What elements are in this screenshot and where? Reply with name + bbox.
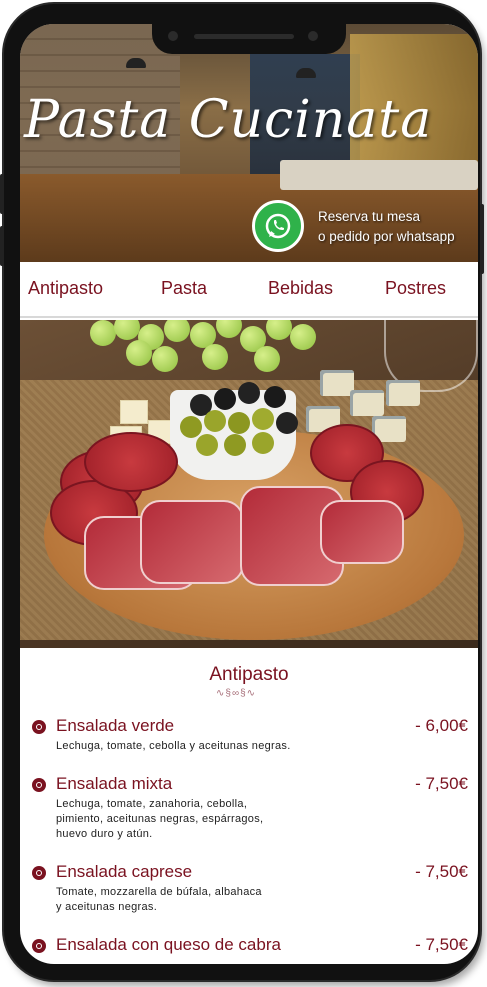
reserve-line-1: Reserva tu mesa (318, 209, 421, 224)
prosciutto (320, 500, 404, 564)
item-description-line: huevo duro y atún. (56, 828, 153, 840)
menu-bullet-icon (32, 720, 46, 734)
olive (214, 388, 236, 410)
lamp-icon (126, 58, 146, 68)
item-name: Ensalada verde (56, 716, 175, 735)
whatsapp-icon[interactable] (252, 200, 304, 252)
tab-bebidas[interactable]: Bebidas (268, 278, 333, 299)
menu-bullet-icon (32, 939, 46, 953)
item-description-line: pimiento, aceitunas negras, espárragos, (56, 813, 264, 825)
olive (180, 416, 202, 438)
phone-notch (152, 22, 346, 54)
item-price: - 7,50€ (415, 862, 468, 881)
reserve-whatsapp-link[interactable]: Reserva tu mesa o pedido por whatsapp (318, 207, 455, 247)
prosciutto (140, 500, 244, 584)
power-button (480, 204, 484, 274)
blue-cheese (350, 390, 384, 416)
volume-down-button (0, 226, 4, 266)
olive (196, 434, 218, 456)
section-title: Antipasto (209, 664, 289, 685)
speaker-grille (194, 34, 294, 39)
tab-pasta[interactable]: Pasta (161, 278, 207, 299)
category-tabs: Antipasto Pasta Bebidas Postres (20, 262, 478, 318)
item-name: Ensalada caprese (56, 862, 193, 881)
hero-banner: Pasta Cucinata Reserva tu mesa o pedido … (20, 24, 478, 262)
olive (252, 408, 274, 430)
menu-bullet-icon (32, 866, 46, 880)
restaurant-title: Pasta Cucinata (24, 90, 433, 150)
item-price: - 6,00€ (415, 716, 468, 735)
blue-cheese (386, 380, 420, 406)
volume-up-button (0, 174, 4, 214)
olive (238, 382, 260, 404)
olive (252, 432, 274, 454)
hero-table (280, 160, 478, 190)
menu-bullet-icon (32, 778, 46, 792)
reserve-line-2: o pedido por whatsapp (318, 229, 455, 244)
sensor-icon (308, 31, 318, 41)
salami (84, 432, 178, 492)
olive (224, 434, 246, 456)
item-name: Ensalada mixta (56, 774, 173, 793)
antipasto-photo (20, 320, 478, 648)
item-price: - 7,50€ (415, 935, 468, 954)
olive (228, 412, 250, 434)
phone-screen: Pasta Cucinata Reserva tu mesa o pedido … (20, 24, 478, 964)
olive (264, 386, 286, 408)
blue-cheese (320, 370, 354, 396)
item-description-line: Tomate, mozzarella de búfala, albahaca (56, 886, 262, 898)
item-description: Lechuga, tomate, zanahoria, cebolla, pim… (56, 797, 263, 842)
item-price: - 7,50€ (415, 774, 468, 793)
item-description: Lechuga, tomate, cebolla y aceitunas neg… (56, 740, 291, 752)
cheese (120, 400, 148, 424)
lamp-icon (296, 68, 316, 78)
olive (276, 412, 298, 434)
grapes (90, 320, 320, 390)
phone-frame: Pasta Cucinata Reserva tu mesa o pedido … (0, 4, 484, 980)
item-description-line: y aceitunas negras. (56, 901, 158, 913)
tab-antipasto[interactable]: Antipasto (28, 278, 103, 299)
item-description: Tomate, mozzarella de búfala, albahaca y… (56, 885, 262, 915)
item-description-line: Lechuga, tomate, zanahoria, cebolla, (56, 798, 248, 810)
title-flourish: ∿§∞§∿ (216, 688, 257, 699)
tab-postres[interactable]: Postres (385, 278, 446, 299)
item-name: Ensalada con queso de cabra (56, 935, 281, 954)
camera-icon (168, 31, 178, 41)
olive (204, 410, 226, 432)
